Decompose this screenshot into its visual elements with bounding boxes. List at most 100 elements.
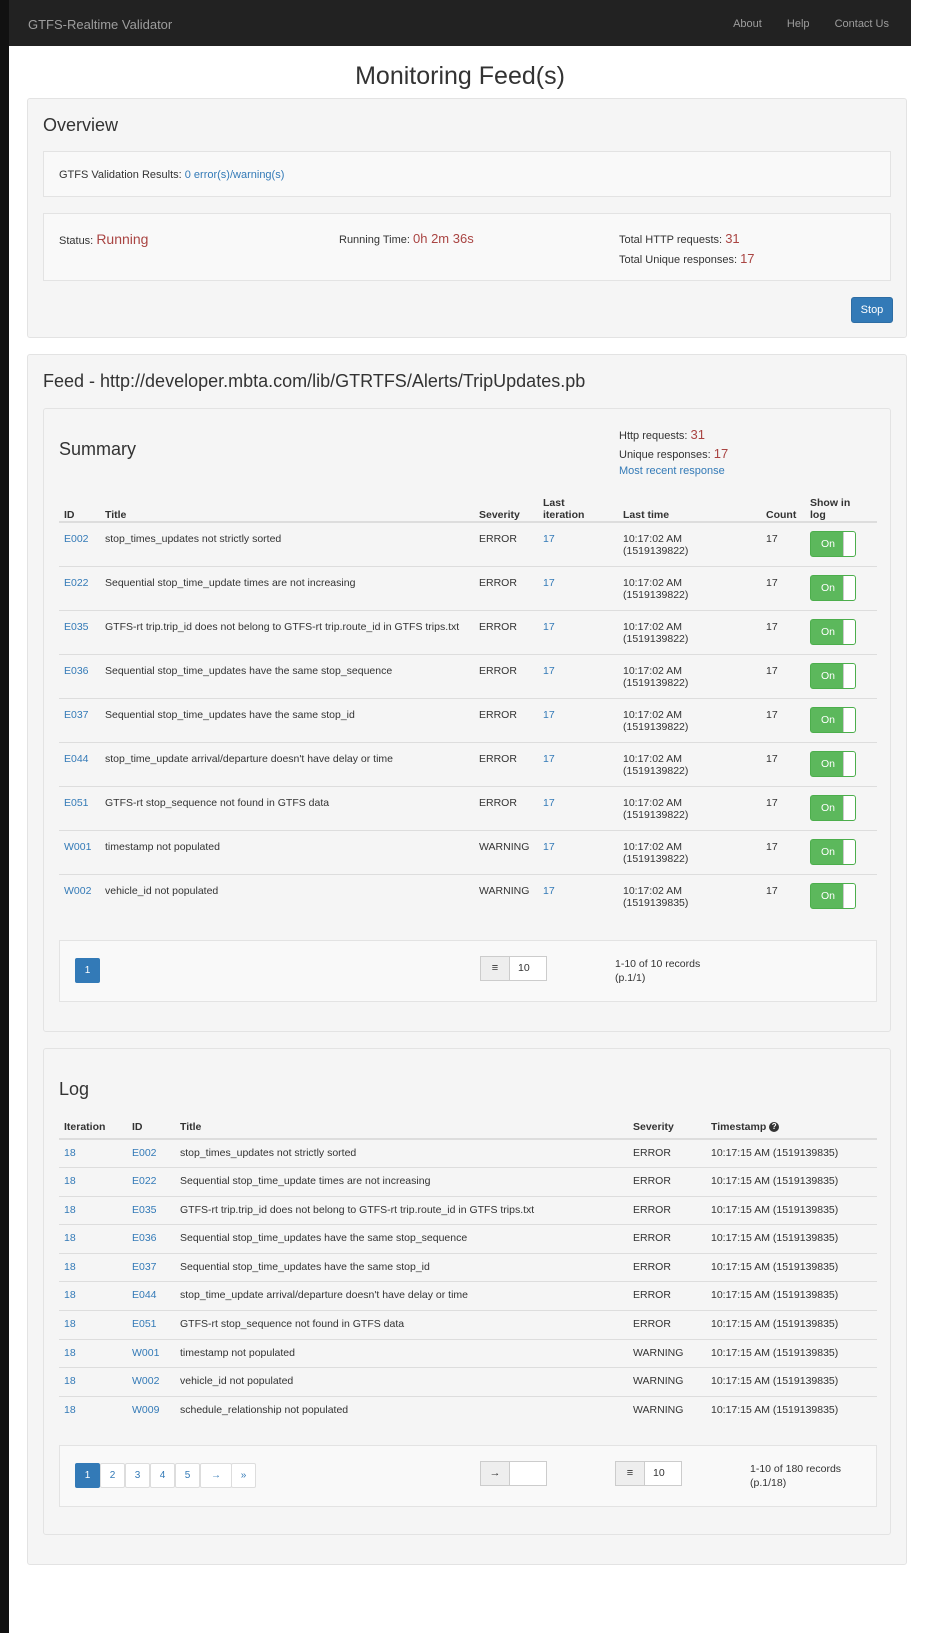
log-row-id[interactable]: E035 [127, 1195, 175, 1225]
summary-row-id[interactable]: W002 [59, 873, 100, 918]
summary-row-iteration[interactable]: 17 [538, 873, 618, 918]
show-in-log-toggle[interactable]: On [810, 794, 856, 821]
arrow-right-icon[interactable]: → [480, 1461, 510, 1486]
log-page-1[interactable]: 1 [75, 1463, 100, 1488]
log-row-iteration[interactable]: 18 [59, 1195, 127, 1225]
summary-row-iteration[interactable]: 17 [538, 565, 618, 610]
show-in-log-toggle[interactable]: On [810, 706, 856, 733]
summary-row-show: On [805, 741, 877, 786]
col-id[interactable]: ID [59, 489, 100, 523]
summary-row-iteration[interactable]: 17 [538, 829, 618, 874]
log-row-iteration[interactable]: 18 [59, 1338, 127, 1368]
summary-row-time: 10:17:02 AM [623, 752, 682, 765]
nav-contact-link[interactable]: Contact Us [835, 18, 889, 30]
log-page-2[interactable]: 2 [100, 1463, 125, 1488]
running-time-label: Running Time: [339, 234, 410, 246]
summary-row-severity: ERROR [474, 785, 538, 830]
log-well: Log Iteration ID Title Severity Timestam… [43, 1048, 891, 1535]
log-row-id[interactable]: E022 [127, 1167, 175, 1197]
log-col-timestamp[interactable]: Timestamp ? [706, 1115, 877, 1140]
show-in-log-toggle[interactable]: On [810, 574, 856, 601]
col-severity[interactable]: Severity [474, 489, 538, 523]
summary-row-iteration[interactable]: 17 [538, 741, 618, 786]
nav-about-link[interactable]: About [733, 18, 762, 30]
most-recent-response-link[interactable]: Most recent response [619, 465, 725, 477]
summary-row-id[interactable]: E022 [59, 565, 100, 610]
log-page-next[interactable]: → [200, 1463, 232, 1488]
col-last-time[interactable]: Last time [618, 489, 761, 523]
show-in-log-toggle[interactable]: On [810, 750, 856, 777]
show-in-log-toggle[interactable]: On [810, 662, 856, 689]
log-row-iteration[interactable]: 18 [59, 1224, 127, 1254]
col-title[interactable]: Title [100, 489, 474, 523]
log-row: 18 E036 Sequential stop_time_updates have … [59, 1224, 877, 1254]
log-page-4[interactable]: 4 [150, 1463, 175, 1488]
summary-page-info: (p.1/1) [615, 972, 646, 984]
summary-http: Http requests: 31 [619, 427, 705, 442]
log-row-severity: ERROR [628, 1281, 706, 1311]
toggle-knob [843, 751, 855, 776]
log-row-id[interactable]: E037 [127, 1252, 175, 1282]
summary-row-id[interactable]: E035 [59, 609, 100, 654]
log-row-id[interactable]: E036 [127, 1224, 175, 1254]
summary-row-count: 17 [761, 873, 805, 918]
summary-row-id[interactable]: E051 [59, 785, 100, 830]
log-col-id[interactable]: ID [127, 1115, 175, 1140]
gtfs-results-box: GTFS Validation Results: 0 error(s)/warn… [43, 151, 891, 197]
log-page-size-input[interactable]: 10 [644, 1461, 682, 1486]
log-row-id[interactable]: E051 [127, 1310, 175, 1340]
summary-row-count: 17 [761, 609, 805, 654]
log-col-title[interactable]: Title [175, 1115, 628, 1140]
log-row-iteration[interactable]: 18 [59, 1138, 127, 1168]
col-count[interactable]: Count [761, 489, 805, 523]
question-circle-icon[interactable]: ? [769, 1122, 780, 1133]
log-row-id[interactable]: E044 [127, 1281, 175, 1311]
log-col-severity[interactable]: Severity [628, 1115, 706, 1140]
log-row-severity: ERROR [628, 1310, 706, 1340]
log-row-id[interactable]: E002 [127, 1138, 175, 1168]
summary-page-1[interactable]: 1 [75, 958, 100, 983]
log-row-id[interactable]: W002 [127, 1367, 175, 1397]
summary-row-count: 17 [761, 741, 805, 786]
navbar-brand[interactable]: GTFS-Realtime Validator [28, 17, 172, 32]
log-row-iteration[interactable]: 18 [59, 1310, 127, 1340]
log-row-title: GTFS-rt stop_sequence not found in GTFS … [175, 1310, 628, 1340]
log-row-timestamp: 10:17:15 AM (1519139835) [706, 1310, 877, 1340]
summary-page-size-input[interactable]: 10 [509, 956, 547, 981]
summary-row-last-time: 10:17:02 AM (1519139822) [618, 609, 761, 654]
show-in-log-toggle[interactable]: On [810, 531, 856, 557]
log-page-5[interactable]: 5 [175, 1463, 200, 1488]
summary-row-id[interactable]: E002 [59, 521, 100, 566]
summary-row-iteration[interactable]: 17 [538, 785, 618, 830]
log-page-3[interactable]: 3 [125, 1463, 150, 1488]
log-row-id[interactable]: W009 [127, 1395, 175, 1425]
summary-row-iteration[interactable]: 17 [538, 653, 618, 698]
log-row-iteration[interactable]: 18 [59, 1281, 127, 1311]
log-col-iteration[interactable]: Iteration [59, 1115, 127, 1140]
col-last-iteration[interactable]: Last iteration [538, 489, 618, 523]
show-in-log-toggle[interactable]: On [810, 882, 856, 909]
summary-row-iteration[interactable]: 17 [538, 521, 618, 566]
summary-row-id[interactable]: E044 [59, 741, 100, 786]
log-page-last[interactable]: » [231, 1463, 256, 1488]
log-table: Iteration ID Title Severity Timestamp ? … [59, 1115, 877, 1425]
stop-button[interactable]: Stop [851, 297, 893, 323]
summary-row-id[interactable]: E037 [59, 697, 100, 742]
col-show-in-log[interactable]: Show in log [805, 489, 877, 523]
summary-row-id[interactable]: E036 [59, 653, 100, 698]
log-row-iteration[interactable]: 18 [59, 1395, 127, 1425]
log-row-id[interactable]: W001 [127, 1338, 175, 1368]
show-in-log-toggle[interactable]: On [810, 838, 856, 865]
gtfs-results-link[interactable]: 0 error(s)/warning(s) [185, 169, 285, 181]
log-row-iteration[interactable]: 18 [59, 1252, 127, 1282]
log-row-iteration[interactable]: 18 [59, 1367, 127, 1397]
log-row-iteration[interactable]: 18 [59, 1167, 127, 1197]
summary-row-id[interactable]: W001 [59, 829, 100, 874]
summary-row-iteration[interactable]: 17 [538, 609, 618, 654]
summary-row-iteration[interactable]: 17 [538, 697, 618, 742]
log-goto-page-input[interactable] [509, 1461, 547, 1486]
log-records-info: 1-10 of 180 records (p.1/18) [750, 1462, 841, 1490]
nav-help-link[interactable]: Help [787, 18, 810, 30]
summary-row-time: 10:17:02 AM [623, 840, 682, 853]
show-in-log-toggle[interactable]: On [810, 618, 856, 645]
